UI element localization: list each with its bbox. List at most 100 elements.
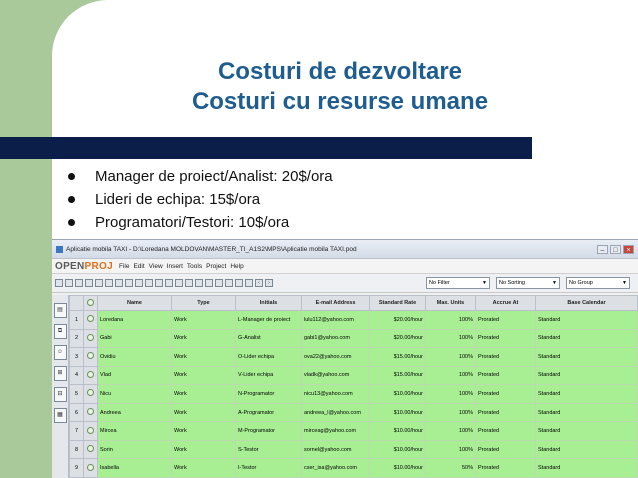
standard-rate-cell[interactable]: $15.00/hour (369, 347, 426, 367)
type-cell[interactable]: Work (171, 458, 236, 478)
table-row[interactable]: 4 Vlad Work V-Lider echipa vladk@yahoo.com $1… (69, 365, 638, 386)
initials-cell[interactable]: G-Analist (235, 328, 302, 349)
standard-rate-cell[interactable]: $10.00/hour (369, 458, 426, 478)
zoom-out-icon[interactable] (245, 279, 253, 287)
type-cell[interactable]: Work (171, 365, 236, 386)
cut-icon[interactable] (105, 279, 113, 287)
standard-rate-cell[interactable]: $10.00/hour (369, 421, 426, 441)
initials-cell[interactable]: A-Programator (235, 402, 302, 423)
undo-icon[interactable] (145, 279, 153, 287)
scroll-right-icon[interactable]: › (265, 279, 273, 287)
table-row[interactable]: 8 Sorin Work S-Testor sornel@yahoo.com $10.00… (69, 439, 638, 460)
outdent-icon[interactable] (225, 279, 233, 287)
base-calendar-cell[interactable]: Standard (535, 328, 638, 349)
email-cell[interactable]: mirceag@yahoo.com (301, 421, 370, 441)
accrue-at-cell[interactable]: Prorated (475, 365, 536, 386)
table-row[interactable]: 2 Gabi Work G-Analist gabi1@yahoo.com $20.00/… (69, 328, 638, 349)
table-row[interactable]: 6 Andreea Work A-Programator andreea_l@yahoo… (69, 402, 638, 423)
max-units-cell[interactable]: 100% (425, 421, 476, 441)
accrue-at-cell[interactable]: Prorated (475, 421, 536, 441)
table-row[interactable]: 9 Isabella Work I-Testor cser_isa@yahoo.com $… (69, 458, 638, 478)
type-cell[interactable]: Work (171, 384, 236, 404)
initials-cell[interactable]: O-Lider echipa (235, 347, 302, 367)
email-cell[interactable]: lulu112@yahoo.com (301, 310, 370, 330)
zoom-in-icon[interactable] (235, 279, 243, 287)
max-units-cell[interactable]: 100% (425, 328, 476, 349)
menu-project[interactable]: Project (206, 263, 226, 270)
name-cell[interactable]: Isabella (97, 458, 172, 478)
name-cell[interactable]: Nicu (97, 384, 172, 404)
initials-cell[interactable]: S-Testor (235, 439, 302, 460)
accrue-at-cell[interactable]: Prorated (475, 439, 536, 460)
indent-icon[interactable] (215, 279, 223, 287)
row-number[interactable]: 8 (69, 439, 84, 460)
email-cell[interactable]: vladk@yahoo.com (301, 365, 370, 386)
base-calendar-cell[interactable]: Standard (535, 402, 638, 423)
network-view-icon[interactable]: ⧉ (53, 324, 67, 339)
notes-icon[interactable] (195, 279, 203, 287)
base-calendar-cell[interactable]: Standard (535, 421, 638, 441)
name-cell[interactable]: Vlad (97, 365, 172, 386)
sorting-select[interactable]: No Sorting ▼ (496, 277, 560, 289)
initials-cell[interactable]: V-Lider echipa (235, 365, 302, 386)
menu-view[interactable]: View (149, 263, 163, 270)
standard-rate-cell[interactable]: $10.00/hour (369, 384, 426, 404)
col-header-base-calendar[interactable]: Base Calendar (535, 295, 638, 311)
email-cell[interactable]: ova22@yahoo.com (301, 347, 370, 367)
menu-insert[interactable]: Insert (167, 263, 183, 270)
max-units-cell[interactable]: 100% (425, 310, 476, 330)
type-cell[interactable]: Work (171, 310, 236, 330)
type-cell[interactable]: Work (171, 421, 236, 441)
email-cell[interactable]: nicu13@yahoo.com (301, 384, 370, 404)
col-header-max-units[interactable]: Max. Units (425, 295, 476, 311)
name-cell[interactable]: Loredana (97, 310, 172, 330)
assign-icon[interactable] (205, 279, 213, 287)
filter-select[interactable]: No Filter ▼ (426, 277, 490, 289)
type-cell[interactable]: Work (171, 347, 236, 367)
standard-rate-cell[interactable]: $20.00/hour (369, 328, 426, 349)
accrue-at-cell[interactable]: Prorated (475, 384, 536, 404)
email-cell[interactable]: cser_isa@yahoo.com (301, 458, 370, 478)
scroll-left-icon[interactable]: ‹ (255, 279, 263, 287)
max-units-cell[interactable]: 100% (425, 347, 476, 367)
max-units-cell[interactable]: 100% (425, 439, 476, 460)
accrue-at-cell[interactable]: Prorated (475, 347, 536, 367)
gantt-view-icon[interactable]: ▤ (53, 303, 67, 318)
row-number[interactable]: 6 (69, 402, 84, 423)
accrue-at-cell[interactable]: Prorated (475, 458, 536, 478)
col-header-type[interactable]: Type (171, 295, 236, 311)
row-number[interactable]: 2 (69, 328, 84, 349)
menu-tools[interactable]: Tools (187, 263, 202, 270)
report-view-icon[interactable]: ▦ (53, 408, 67, 423)
menu-help[interactable]: Help (230, 263, 243, 270)
standard-rate-cell[interactable]: $15.00/hour (369, 365, 426, 386)
col-header-email[interactable]: E-mail Address (301, 295, 370, 311)
name-cell[interactable]: Sorin (97, 439, 172, 460)
standard-rate-cell[interactable]: $10.00/hour (369, 439, 426, 460)
print-icon[interactable] (85, 279, 93, 287)
row-number[interactable]: 5 (69, 384, 84, 404)
table-row[interactable]: 5 Nicu Work N-Programator nicu13@yahoo.com $1… (69, 384, 638, 404)
table-row[interactable]: 7 Mircea Work M-Programator mirceag@yahoo.co… (69, 421, 638, 441)
name-cell[interactable]: Mircea (97, 421, 172, 441)
save-icon[interactable] (75, 279, 83, 287)
accrue-at-cell[interactable]: Prorated (475, 328, 536, 349)
col-header-standard-rate[interactable]: Standard Rate (369, 295, 426, 311)
initials-cell[interactable]: L-Manager de proiect (235, 310, 302, 330)
email-cell[interactable]: sornel@yahoo.com (301, 439, 370, 460)
standard-rate-cell[interactable]: $20.00/hour (369, 310, 426, 330)
copy-icon[interactable] (115, 279, 123, 287)
maximize-icon[interactable]: □ (610, 244, 621, 254)
email-cell[interactable]: andreea_l@yahoo.com (301, 402, 370, 423)
name-cell[interactable]: Andreea (97, 402, 172, 423)
max-units-cell[interactable]: 100% (425, 384, 476, 404)
wbs-view-icon[interactable]: ⊞ (53, 366, 67, 381)
group-select[interactable]: No Group ▼ (566, 277, 630, 289)
row-number[interactable]: 9 (69, 458, 84, 478)
menu-edit[interactable]: Edit (133, 263, 144, 270)
find-icon[interactable] (135, 279, 143, 287)
table-row[interactable]: 1 Loredana Work L-Manager de proiect lulu112… (69, 310, 638, 330)
base-calendar-cell[interactable]: Standard (535, 365, 638, 386)
initials-cell[interactable]: N-Programator (235, 384, 302, 404)
unlink-icon[interactable] (175, 279, 183, 287)
